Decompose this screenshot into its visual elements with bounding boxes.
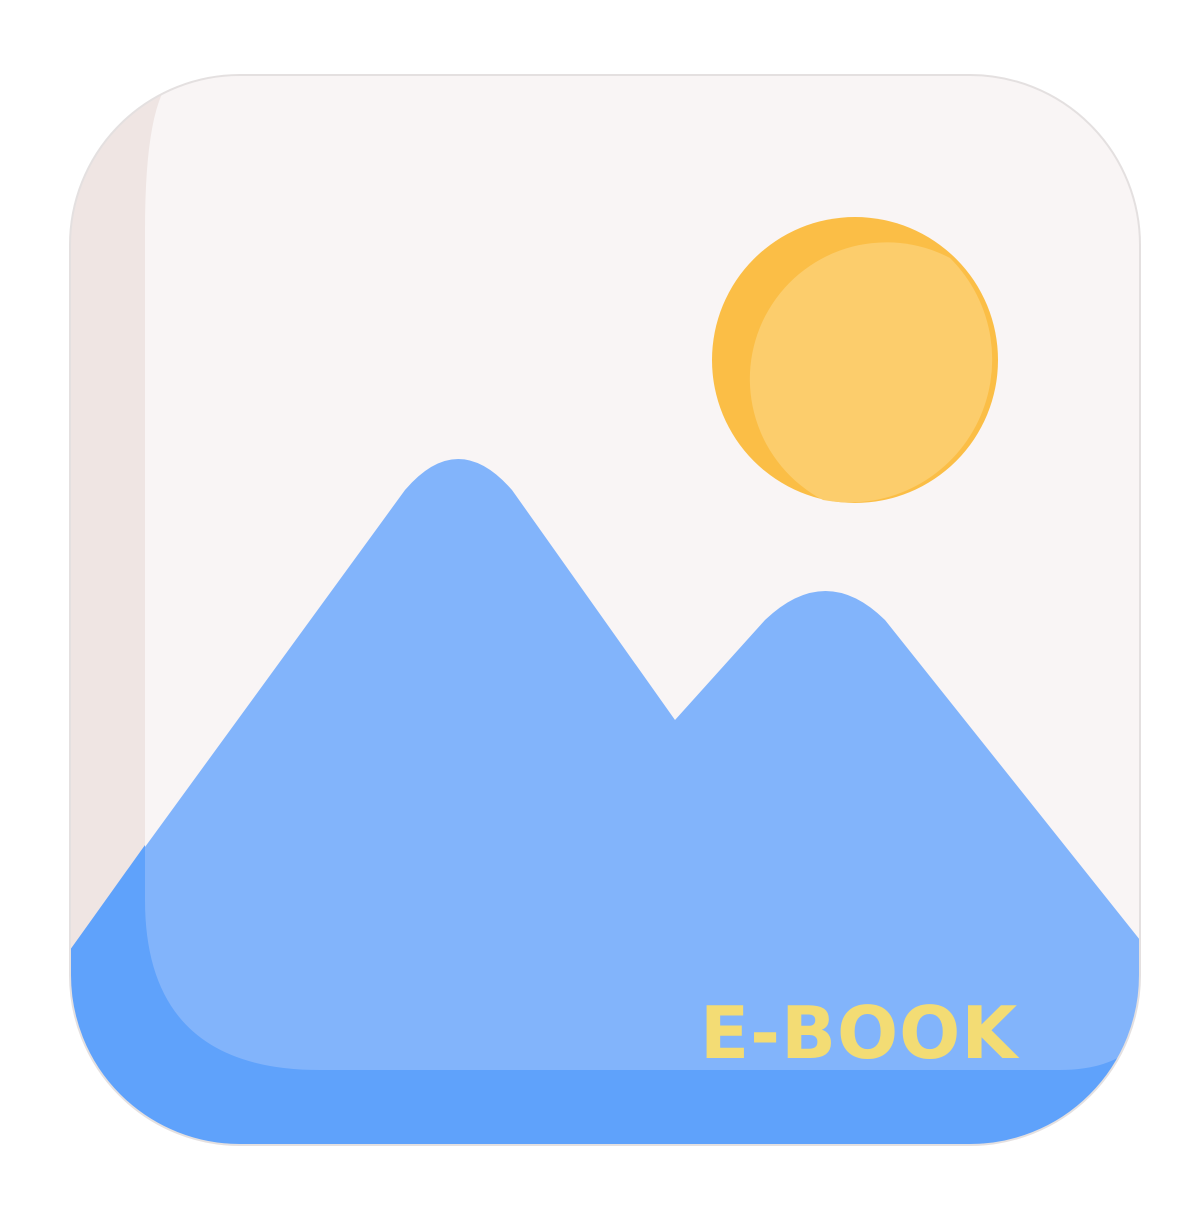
app-icon-canvas: E-BOOK (0, 0, 1200, 1208)
ebook-app-icon[interactable] (0, 0, 1200, 1208)
sun-icon (712, 217, 998, 503)
ebook-label: E-BOOK (700, 991, 1019, 1075)
